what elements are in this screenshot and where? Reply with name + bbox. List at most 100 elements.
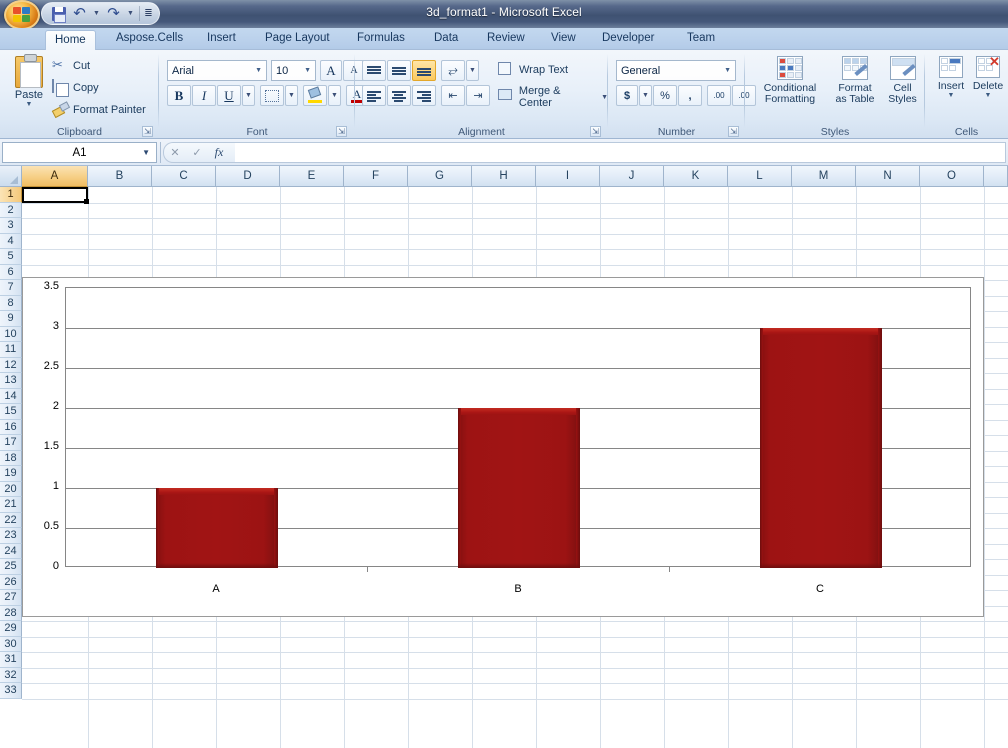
- enter-formula-button[interactable]: ✓: [186, 143, 208, 162]
- column-header-h[interactable]: H: [472, 166, 536, 187]
- row-header-20[interactable]: 20: [0, 481, 22, 497]
- row-header-25[interactable]: 25: [0, 559, 22, 575]
- format-as-table-button[interactable]: Format as Table: [829, 56, 881, 105]
- row-header-12[interactable]: 12: [0, 357, 22, 373]
- row-header-6[interactable]: 6: [0, 264, 22, 280]
- borders-button[interactable]: [260, 85, 284, 106]
- tab-developer[interactable]: Developer: [593, 28, 663, 50]
- row-header-27[interactable]: 27: [0, 590, 22, 606]
- row-header-14[interactable]: 14: [0, 388, 22, 404]
- format-painter-button[interactable]: Format Painter: [52, 101, 146, 119]
- row-header-10[interactable]: 10: [0, 326, 22, 342]
- cell-styles-button[interactable]: Cell Styles: [880, 56, 925, 105]
- number-format-combo[interactable]: General ▼: [616, 60, 736, 81]
- decrease-indent-button[interactable]: ⇤: [441, 85, 465, 106]
- column-header-b[interactable]: B: [88, 166, 152, 187]
- row-header-13[interactable]: 13: [0, 373, 22, 389]
- row-header-22[interactable]: 22: [0, 512, 22, 528]
- row-header-11[interactable]: 11: [0, 342, 22, 358]
- insert-function-icon[interactable]: fx: [208, 143, 230, 162]
- align-top-button[interactable]: [362, 60, 386, 81]
- font-size-combo[interactable]: 10 ▼: [271, 60, 316, 81]
- font-dialog-launcher[interactable]: ⇲: [336, 126, 347, 137]
- column-header-l[interactable]: L: [728, 166, 792, 187]
- column-header-j[interactable]: J: [600, 166, 664, 187]
- row-header-8[interactable]: 8: [0, 295, 22, 311]
- active-cell-a1[interactable]: [22, 187, 88, 203]
- delete-cells-button[interactable]: ✕ Delete ▼: [969, 55, 1007, 100]
- column-header-f[interactable]: F: [344, 166, 408, 187]
- row-header-7[interactable]: 7: [0, 280, 22, 296]
- tab-data[interactable]: Data: [425, 28, 467, 50]
- tab-page-layout[interactable]: Page Layout: [256, 28, 339, 50]
- comma-style-button[interactable]: ,: [678, 85, 702, 106]
- row-header-30[interactable]: 30: [0, 636, 22, 652]
- formula-input[interactable]: [235, 142, 1006, 163]
- redo-button[interactable]: ↷: [103, 4, 124, 23]
- column-header-k[interactable]: K: [664, 166, 728, 187]
- align-left-button[interactable]: [362, 85, 386, 106]
- row-header-33[interactable]: 33: [0, 683, 22, 699]
- alignment-dialog-launcher[interactable]: ⇲: [590, 126, 601, 137]
- align-right-button[interactable]: [412, 85, 436, 106]
- chart-bar-a[interactable]: [156, 488, 278, 568]
- row-header-2[interactable]: 2: [0, 202, 22, 218]
- bold-button[interactable]: B: [167, 85, 191, 106]
- column-header-o[interactable]: O: [920, 166, 984, 187]
- row-header-26[interactable]: 26: [0, 574, 22, 590]
- italic-button[interactable]: I: [192, 85, 216, 106]
- name-box[interactable]: A1 ▼: [2, 142, 157, 163]
- column-header-m[interactable]: M: [792, 166, 856, 187]
- conditional-formatting-button[interactable]: Conditional Formatting: [751, 56, 829, 105]
- customize-qat-button[interactable]: ≣: [142, 4, 155, 23]
- insert-cells-button[interactable]: Insert ▼: [933, 56, 969, 100]
- wrap-text-button[interactable]: Wrap Text: [498, 61, 568, 79]
- row-header-28[interactable]: 28: [0, 605, 22, 621]
- row-header-9[interactable]: 9: [0, 311, 22, 327]
- tab-review[interactable]: Review: [478, 28, 534, 50]
- row-header-31[interactable]: 31: [0, 652, 22, 668]
- chart-bar-b[interactable]: [458, 408, 580, 568]
- clipboard-dialog-launcher[interactable]: ⇲: [142, 126, 153, 137]
- row-header-15[interactable]: 15: [0, 404, 22, 420]
- undo-dropdown[interactable]: ▼: [90, 4, 103, 23]
- row-header-29[interactable]: 29: [0, 621, 22, 637]
- currency-dropdown[interactable]: ▼: [639, 85, 652, 106]
- orientation-button[interactable]: ⥂: [441, 60, 465, 81]
- orientation-dropdown[interactable]: ▼: [466, 60, 479, 81]
- row-header-18[interactable]: 18: [0, 450, 22, 466]
- row-header-5[interactable]: 5: [0, 249, 22, 265]
- chart-bar-c[interactable]: [760, 328, 882, 568]
- column-header-e[interactable]: E: [280, 166, 344, 187]
- underline-button[interactable]: U: [217, 85, 241, 106]
- tab-home[interactable]: Home: [45, 30, 96, 50]
- cancel-formula-button[interactable]: ✕: [164, 143, 186, 162]
- font-name-combo[interactable]: Arial ▼: [167, 60, 267, 81]
- fill-color-button[interactable]: [303, 85, 327, 106]
- column-header-n[interactable]: N: [856, 166, 920, 187]
- tab-team[interactable]: Team: [678, 28, 724, 50]
- chart-object[interactable]: 0 0.5 1 1.5 2 2.5 3 3.5 A B C: [22, 277, 984, 617]
- row-header-16[interactable]: 16: [0, 419, 22, 435]
- row-header-1[interactable]: 1: [0, 187, 22, 203]
- redo-dropdown[interactable]: ▼: [124, 4, 137, 23]
- column-header-g[interactable]: G: [408, 166, 472, 187]
- percent-button[interactable]: %: [653, 85, 677, 106]
- tab-insert[interactable]: Insert: [198, 28, 245, 50]
- increase-decimal-button[interactable]: .00: [707, 85, 731, 106]
- align-bottom-button[interactable]: [412, 60, 436, 81]
- row-header-3[interactable]: 3: [0, 218, 22, 234]
- row-header-21[interactable]: 21: [0, 497, 22, 513]
- column-header-d[interactable]: D: [216, 166, 280, 187]
- office-button[interactable]: [4, 0, 40, 28]
- row-header-32[interactable]: 32: [0, 667, 22, 683]
- column-header-overflow[interactable]: [984, 166, 1008, 187]
- borders-dropdown[interactable]: ▼: [285, 85, 298, 106]
- fill-color-dropdown[interactable]: ▼: [328, 85, 341, 106]
- save-button[interactable]: [48, 4, 69, 23]
- underline-dropdown[interactable]: ▼: [242, 85, 255, 106]
- select-all-button[interactable]: [0, 166, 22, 187]
- column-header-c[interactable]: C: [152, 166, 216, 187]
- merge-center-button[interactable]: Merge & Center ▼: [498, 85, 608, 109]
- row-header-19[interactable]: 19: [0, 466, 22, 482]
